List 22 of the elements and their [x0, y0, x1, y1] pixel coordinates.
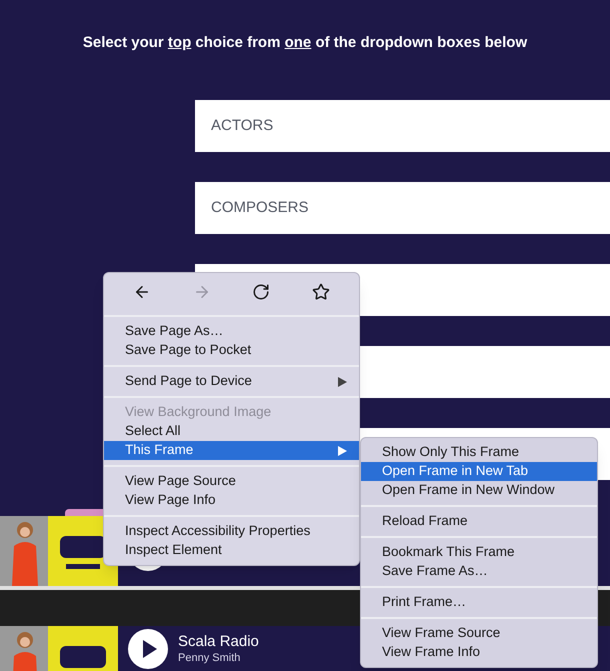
menu-item[interactable]: Reload Frame	[361, 512, 597, 531]
menu-item[interactable]: Open Frame in New Window	[361, 481, 597, 500]
station-title: Scala Radio	[178, 633, 259, 652]
menu-item[interactable]: View Frame Info	[361, 643, 597, 662]
menu-item[interactable]: Inspect Element	[104, 541, 359, 560]
menu-item[interactable]: Send Page to Device	[104, 372, 359, 391]
dropdown-field[interactable]: ACTORS	[195, 100, 610, 152]
menu-item[interactable]: Bookmark This Frame	[361, 543, 597, 562]
dropdown-field[interactable]: COMPOSERS	[195, 182, 610, 234]
menu-item[interactable]: Inspect Accessibility Properties	[104, 522, 359, 541]
menu-item[interactable]: Select All	[104, 422, 359, 441]
menu-item[interactable]: View Page Info	[104, 491, 359, 510]
instruction-heading: Select your top choice from one of the dropdown boxes below	[82, 32, 528, 53]
menu-item[interactable]: View Frame Source	[361, 624, 597, 643]
menu-item[interactable]: Save Page As…	[104, 322, 359, 341]
menu-item[interactable]: Open Frame in New Tab	[361, 462, 597, 481]
menu-item[interactable]: Save Frame As…	[361, 562, 597, 581]
menu-item[interactable]: This Frame	[104, 441, 359, 460]
menu-item[interactable]: View Page Source	[104, 472, 359, 491]
menu-item[interactable]: Show Only This Frame	[361, 443, 597, 462]
menu-item[interactable]: Save Page to Pocket	[104, 341, 359, 360]
presenter-name: Penny Smith	[178, 652, 242, 665]
